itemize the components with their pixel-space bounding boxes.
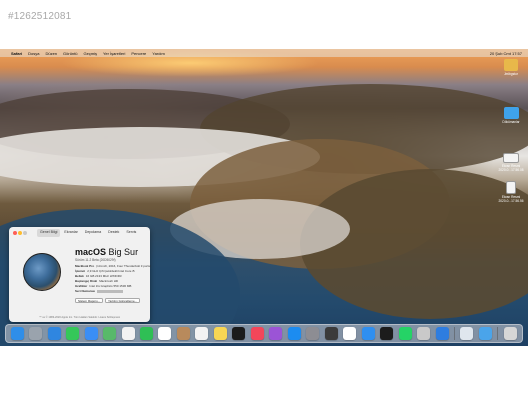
vlc-icon[interactable] xyxy=(343,327,357,340)
facetime-icon[interactable] xyxy=(140,327,154,340)
os-title: macOS Big Sur xyxy=(75,247,138,257)
dock xyxy=(5,324,523,343)
tv-icon[interactable] xyxy=(232,327,246,340)
os-release-name: Big Sur xyxy=(108,247,139,257)
activity-monitor-icon[interactable] xyxy=(324,327,338,340)
desktop-folder[interactable]: Dökümanlar xyxy=(500,107,522,124)
desktop-drive[interactable]: Jmlbgstur xyxy=(500,59,522,76)
desktop-screenshot[interactable]: Ekran Resmi 2020-0...17.56.08 xyxy=(498,153,524,172)
photos-icon[interactable] xyxy=(121,327,135,340)
menu-item[interactable]: Yer İşaretleri xyxy=(103,51,125,56)
menu-item[interactable]: Pencere xyxy=(131,51,146,56)
spec-label: Bellek xyxy=(75,274,84,278)
serial-redacted xyxy=(97,289,124,293)
desktop-icon-label: Jmlbgstur xyxy=(504,72,518,76)
tab-storage[interactable]: Depolama xyxy=(82,229,104,237)
tab-overview[interactable]: Genel Bilgi xyxy=(37,229,61,237)
software-update-button[interactable]: Yazılım Güncelleme... xyxy=(105,298,141,303)
system-report-button[interactable]: Sistem Raporu... xyxy=(75,298,104,303)
desktop-icon-label: Dökümanlar xyxy=(502,120,520,124)
menu-app-name[interactable]: Safari xyxy=(11,51,22,56)
reminders-icon[interactable] xyxy=(195,327,209,340)
maps-icon[interactable] xyxy=(103,327,117,340)
spec-row: Seri Numarası xyxy=(75,289,124,293)
spec-label: MacBook Pro xyxy=(75,264,95,268)
close-icon[interactable] xyxy=(13,231,17,235)
menu-item[interactable]: Görüntü xyxy=(63,51,77,56)
about-tabs: Genel Bilgi Ekranlar Depolama Destek Ser… xyxy=(37,229,140,237)
xcode-icon[interactable] xyxy=(435,327,449,340)
screenshot-icon xyxy=(503,153,519,163)
tab-service[interactable]: Servis xyxy=(123,229,139,237)
spec-row: MacBook Pro (13-inch, 2016, Four Thunderb… xyxy=(75,264,151,268)
spec-row: Bellek 16 GB 2133 MHz LPDDR3 xyxy=(75,274,122,278)
menu-item[interactable]: Yardım xyxy=(152,51,165,56)
mail-icon[interactable] xyxy=(84,327,98,340)
spec-value: 2,9 GHz Çift Çekirdekli Intel Core i5 xyxy=(87,269,135,273)
downloads-folder-icon[interactable] xyxy=(478,327,492,340)
messages-icon[interactable] xyxy=(66,327,80,340)
system-preferences-icon[interactable] xyxy=(306,327,320,340)
music-icon[interactable] xyxy=(250,327,264,340)
menu-item[interactable]: Geçmiş xyxy=(83,51,97,56)
spec-value: (13-inch, 2016, Four Thunderbolt 3 ports… xyxy=(96,264,151,268)
spec-row: İşlemci 2,9 GHz Çift Çekirdekli Intel Cor… xyxy=(75,269,135,273)
big-sur-logo-icon xyxy=(23,253,61,291)
about-this-mac-window: Genel Bilgi Ekranlar Depolama Destek Ser… xyxy=(9,227,151,322)
calendar-icon[interactable] xyxy=(158,327,172,340)
whatsapp-icon[interactable] xyxy=(398,327,412,340)
spec-label: Grafikler xyxy=(75,284,88,288)
trash-icon[interactable] xyxy=(503,327,517,340)
os-version: Sürüm 11.2 Beta (20D5029f) xyxy=(75,258,116,262)
preview-icon[interactable] xyxy=(460,327,474,340)
os-name: macOS xyxy=(75,247,107,257)
tab-support[interactable]: Destek xyxy=(105,229,122,237)
minimize-icon[interactable] xyxy=(18,231,22,235)
spec-label: Başlangıç Diski xyxy=(75,279,98,283)
stock-photo-id: #1262512081 xyxy=(8,11,72,22)
desktop-icon-label: Ekran Resmi 2020-0...17.56.56 xyxy=(498,195,524,203)
dock-separator xyxy=(453,327,455,340)
menu-bar: Safari Dosya Düzen Görüntü Geçmiş Yer İş… xyxy=(0,49,528,57)
menu-clock[interactable]: 20 Şub Cmt 17:57 xyxy=(490,51,522,56)
safari-icon[interactable] xyxy=(47,327,61,340)
spec-value: Intel Iris Graphics 550 1536 MB xyxy=(89,284,132,288)
menu-item[interactable]: Dosya xyxy=(28,51,39,56)
tab-displays[interactable]: Ekranlar xyxy=(61,229,80,237)
app-store-icon[interactable] xyxy=(287,327,301,340)
spec-value: Macintosh HD xyxy=(99,279,119,283)
desktop-screen: Safari Dosya Düzen Görüntü Geçmiş Yer İş… xyxy=(0,49,528,346)
finder-icon[interactable] xyxy=(10,327,24,340)
keynote-icon[interactable] xyxy=(361,327,375,340)
menu-item[interactable]: Düzen xyxy=(45,51,57,56)
desktop-screenshot[interactable]: Ekran Resmi 2020-0...17.56.56 xyxy=(498,181,524,203)
zoom-icon[interactable] xyxy=(23,231,27,235)
dock-separator xyxy=(497,327,499,340)
spec-label: İşlemci xyxy=(75,269,86,273)
screenshot-icon xyxy=(506,181,516,194)
podcasts-icon[interactable] xyxy=(269,327,283,340)
spec-value: 16 GB 2133 MHz LPDDR3 xyxy=(85,274,122,278)
folder-icon xyxy=(503,107,519,119)
about-footer: ™ ve © 1983-2020 Apple Inc. Tüm Hakları … xyxy=(38,316,120,319)
drive-icon xyxy=(504,59,518,71)
contacts-icon[interactable] xyxy=(176,327,190,340)
desktop-icon-label: Ekran Resmi 2020-0...17.56.08 xyxy=(498,164,524,172)
utilities-icon[interactable] xyxy=(417,327,431,340)
terminal-icon[interactable] xyxy=(380,327,394,340)
launchpad-icon[interactable] xyxy=(29,327,43,340)
spec-row: Başlangıç Diski Macintosh HD xyxy=(75,279,118,283)
spec-label: Seri Numarası xyxy=(75,289,96,293)
notes-icon[interactable] xyxy=(213,327,227,340)
spec-row: Grafikler Intel Iris Graphics 550 1536 MB xyxy=(75,284,131,288)
